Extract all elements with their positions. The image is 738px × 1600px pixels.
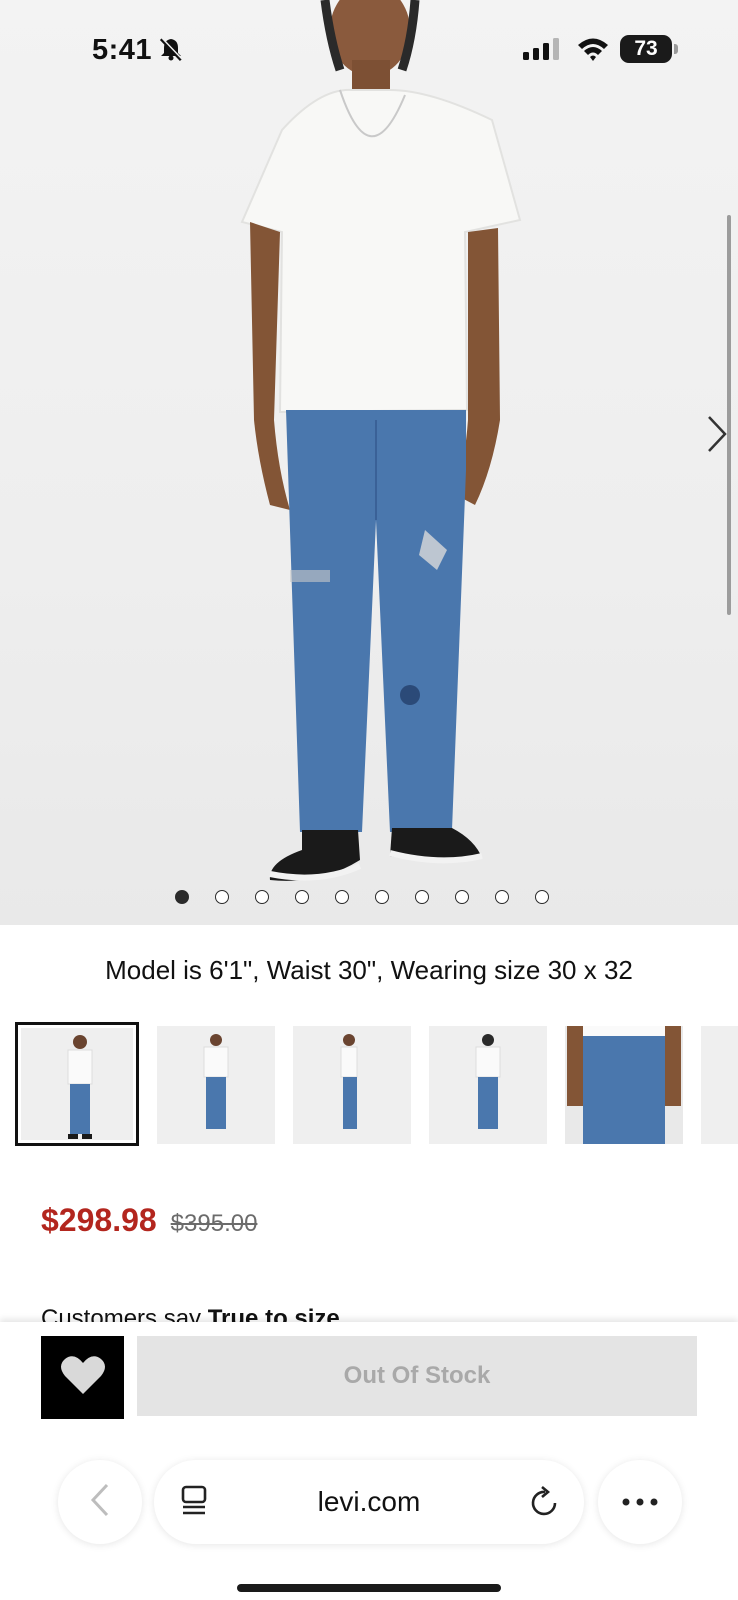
thumbnail-detail[interactable] [565,1026,683,1144]
carousel-dot[interactable] [415,890,429,904]
carousel-dot[interactable] [255,890,269,904]
thumbnail-back[interactable] [429,1026,547,1144]
status-bar: 5:41 73 [0,0,738,100]
thumbnail-front-alt[interactable] [157,1026,275,1144]
carousel-dot[interactable] [215,890,229,904]
thumbnail-model-image [340,1034,358,1129]
carousel-dot[interactable] [535,890,549,904]
carousel-dot[interactable] [495,890,509,904]
address-bar[interactable]: levi.com [154,1460,584,1544]
thumbnail-side[interactable] [293,1026,411,1144]
cellular-signal-icon [523,38,561,65]
fit-rating: Customers say True to size [41,1305,340,1323]
thumbnail-detail-image [565,1026,683,1144]
carousel-dot[interactable] [455,890,469,904]
thumbnail-strip[interactable] [15,1022,738,1146]
product-image-carousel[interactable]: 5:41 73 [0,0,738,925]
original-price: $395.00 [170,1210,258,1237]
browser-toolbar: levi.com [0,1458,738,1600]
fit-rating-prefix: Customers say [41,1305,202,1323]
silent-bell-icon [158,36,184,67]
thumbnail-model-image [203,1034,229,1129]
carousel-dot[interactable] [335,890,349,904]
back-button[interactable] [58,1460,142,1544]
thumbnail-more[interactable] [701,1026,738,1144]
favorite-button[interactable] [41,1336,124,1419]
more-options-button[interactable] [598,1460,682,1544]
thumbnail-front[interactable] [15,1022,139,1146]
wifi-icon [576,36,610,67]
carousel-dot[interactable] [295,890,309,904]
model-size-info: Model is 6'1", Waist 30", Wearing size 3… [105,955,633,985]
next-image-arrow-icon[interactable] [706,414,728,459]
price-row: $298.98 $395.00 [41,1202,257,1239]
product-photo [240,0,522,881]
out-of-stock-button[interactable]: Out Of Stock [137,1336,697,1416]
heart-icon [60,1354,106,1401]
reload-icon[interactable] [530,1486,560,1523]
carousel-dots [175,890,549,906]
thumbnail-model-image [67,1035,93,1139]
carousel-dot[interactable] [175,890,189,904]
ellipsis-icon [622,1493,658,1511]
chevron-left-icon [89,1482,111,1523]
status-time: 5:41 [92,34,153,66]
fit-rating-value: True to size [207,1305,340,1323]
thumbnail-model-image [475,1034,501,1129]
url-text: levi.com [317,1486,421,1517]
battery-indicator: 73 [620,35,678,63]
carousel-dot[interactable] [375,890,389,904]
sale-price: $298.98 [41,1202,157,1238]
home-indicator [237,1584,501,1592]
